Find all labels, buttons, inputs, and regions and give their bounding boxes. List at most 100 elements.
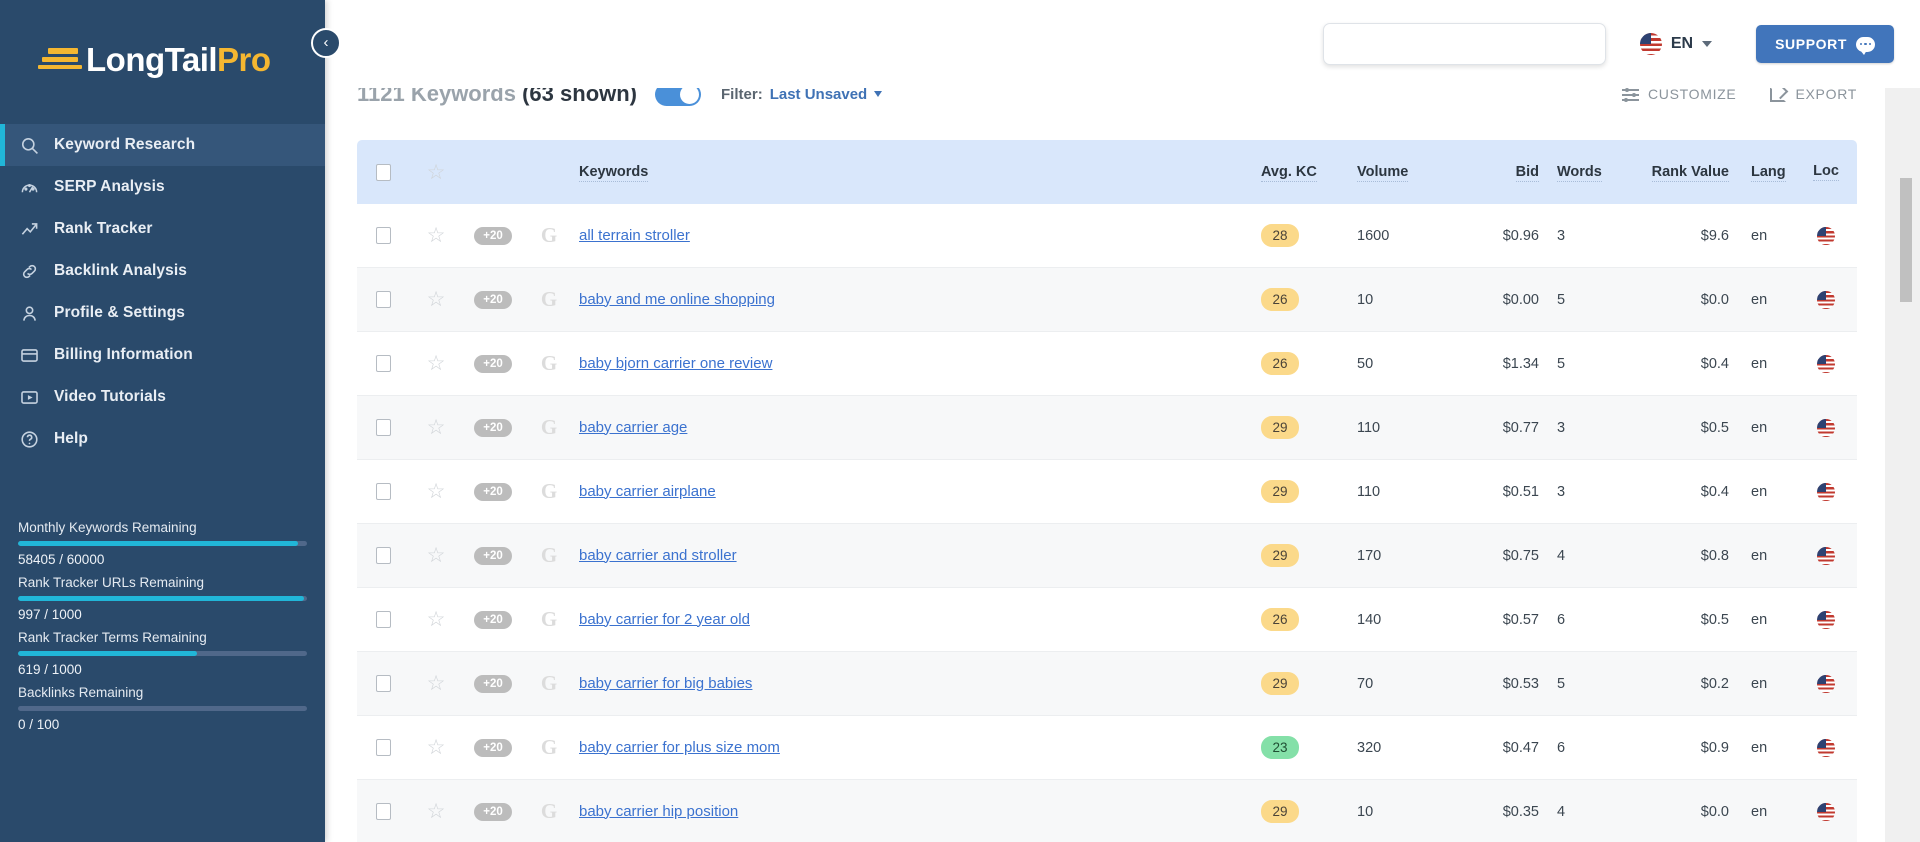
- plus-twenty-badge[interactable]: +20: [474, 610, 512, 629]
- bid-header-cell[interactable]: Bid: [1467, 163, 1539, 182]
- keyword-link[interactable]: baby carrier for big babies: [579, 675, 752, 692]
- table-row[interactable]: ☆ +20 Gbaby carrier age 29 110 $0.77 3 $0.5 en: [357, 396, 1857, 460]
- plus-twenty-badge[interactable]: +20: [474, 674, 512, 693]
- quota-label: Monthly Keywords Remaining: [18, 520, 197, 535]
- keyword-link[interactable]: baby carrier for 2 year old: [579, 611, 750, 628]
- star-icon[interactable]: ☆: [427, 225, 446, 246]
- row-checkbox[interactable]: [375, 675, 391, 692]
- plus-twenty-badge[interactable]: +20: [474, 546, 512, 565]
- keyword-link[interactable]: baby carrier age: [579, 419, 687, 436]
- google-icon[interactable]: G: [541, 801, 557, 822]
- brand-logo[interactable]: LongTailPro: [0, 0, 325, 118]
- table-row[interactable]: ☆ +20 Gbaby bjorn carrier one review 26 50 $1…: [357, 332, 1857, 396]
- lang-value: en: [1751, 291, 1768, 308]
- plus-twenty-badge[interactable]: +20: [474, 354, 512, 373]
- support-button[interactable]: SUPPORT: [1756, 25, 1894, 63]
- sidebar-item-help[interactable]: Help: [0, 418, 325, 460]
- keyword-link[interactable]: baby bjorn carrier one review: [579, 355, 772, 372]
- google-icon[interactable]: G: [541, 481, 557, 502]
- table-row[interactable]: ☆ +20 Gbaby carrier for 2 year old 26 140 $0.…: [357, 588, 1857, 652]
- sidebar-collapse-button[interactable]: ‹: [311, 28, 341, 58]
- table-row[interactable]: ☆ +20 Gbaby carrier airplane 29 110 $0.51 3 $0.…: [357, 460, 1857, 524]
- plus-twenty-badge[interactable]: +20: [474, 738, 512, 757]
- star-icon[interactable]: ☆: [427, 737, 446, 758]
- row-checkbox[interactable]: [375, 547, 391, 564]
- row-checkbox[interactable]: [375, 355, 391, 372]
- table-row[interactable]: ☆ +20 Gbaby carrier and stroller 29 170 $0.75…: [357, 524, 1857, 588]
- words-value: 5: [1557, 291, 1566, 308]
- plus-twenty-badge[interactable]: +20: [474, 226, 512, 245]
- export-button[interactable]: EXPORT: [1770, 86, 1857, 102]
- keyword-link[interactable]: baby and me online shopping: [579, 291, 775, 308]
- column-header-bid: Bid: [1515, 163, 1539, 182]
- star-icon[interactable]: ☆: [427, 417, 446, 438]
- row-google-cell: G: [523, 545, 575, 566]
- table-row[interactable]: ☆ +20 Gbaby carrier for big babies 29 70 $0.5…: [357, 652, 1857, 716]
- keyword-link[interactable]: baby carrier for plus size mom: [579, 739, 780, 756]
- plus-twenty-badge[interactable]: +20: [474, 802, 512, 821]
- row-checkbox[interactable]: [375, 227, 391, 244]
- sidebar-item-billing-information[interactable]: Billing Information: [0, 334, 325, 376]
- star-icon[interactable]: ☆: [427, 673, 446, 694]
- sidebar-item-rank-tracker[interactable]: Rank Tracker: [0, 208, 325, 250]
- google-icon[interactable]: G: [541, 673, 557, 694]
- sidebar-item-backlink-analysis[interactable]: Backlink Analysis: [0, 250, 325, 292]
- google-icon[interactable]: G: [541, 417, 557, 438]
- star-icon[interactable]: ☆: [427, 481, 446, 502]
- row-checkbox[interactable]: [375, 739, 391, 756]
- row-checkbox[interactable]: [375, 611, 391, 628]
- table-row[interactable]: ☆ +20 Gbaby carrier hip position 29 10 $0.35 4…: [357, 780, 1857, 842]
- words-header-cell[interactable]: Words: [1539, 163, 1617, 182]
- keyword-link[interactable]: baby carrier hip position: [579, 803, 738, 820]
- language-selector[interactable]: EN: [1639, 33, 1713, 55]
- row-checkbox[interactable]: [375, 419, 391, 436]
- star-icon[interactable]: ☆: [427, 801, 446, 822]
- table-row[interactable]: ☆ +20 Gall terrain stroller 28 1600 $0.96 3 $9.…: [357, 204, 1857, 268]
- sidebar-item-label: Video Tutorials: [54, 388, 167, 405]
- google-icon[interactable]: G: [541, 225, 557, 246]
- select-all-checkbox[interactable]: [375, 163, 391, 181]
- plus-twenty-badge[interactable]: +20: [474, 482, 512, 501]
- volume-header-cell[interactable]: Volume: [1357, 163, 1467, 182]
- us-flag-icon: [1817, 482, 1835, 501]
- filter-selected-value[interactable]: Last Unsaved: [770, 86, 868, 103]
- loc-header-cell[interactable]: Loc: [1795, 163, 1857, 181]
- star-icon[interactable]: ☆: [427, 545, 446, 566]
- plus-twenty-badge[interactable]: +20: [474, 418, 512, 437]
- customize-button[interactable]: CUSTOMIZE: [1621, 86, 1737, 102]
- bid-value: $0.96: [1502, 227, 1539, 244]
- google-icon[interactable]: G: [541, 609, 557, 630]
- lang-value: en: [1751, 419, 1768, 436]
- rankvalue-header-cell[interactable]: Rank Value: [1617, 163, 1729, 182]
- sidebar-item-profile-settings[interactable]: Profile & Settings: [0, 292, 325, 334]
- lang-header-cell[interactable]: Lang: [1729, 163, 1795, 182]
- keyword-link[interactable]: baby carrier and stroller: [579, 547, 737, 564]
- plus-twenty-badge[interactable]: +20: [474, 290, 512, 309]
- filter-control[interactable]: Filter: Last Unsaved: [721, 86, 883, 103]
- google-icon[interactable]: G: [541, 737, 557, 758]
- star-icon[interactable]: ☆: [427, 609, 446, 630]
- sidebar-item-video-tutorials[interactable]: Video Tutorials: [0, 376, 325, 418]
- vertical-scrollbar-track[interactable]: [1900, 0, 1916, 842]
- rank-value: $0.0: [1700, 291, 1729, 308]
- table-row[interactable]: ☆ +20 Gbaby and me online shopping 26 10 $0.0…: [357, 268, 1857, 332]
- search-input[interactable]: [1322, 23, 1606, 65]
- star-icon[interactable]: ☆: [427, 162, 446, 183]
- google-icon[interactable]: G: [541, 289, 557, 310]
- row-avgkc-cell: 29: [1249, 544, 1357, 567]
- row-checkbox[interactable]: [375, 803, 391, 820]
- keyword-link[interactable]: baby carrier airplane: [579, 483, 716, 500]
- table-row[interactable]: ☆ +20 Gbaby carrier for plus size mom 23 320…: [357, 716, 1857, 780]
- keyword-link[interactable]: all terrain stroller: [579, 227, 690, 244]
- row-checkbox[interactable]: [375, 291, 391, 308]
- sidebar-item-keyword-research[interactable]: Keyword Research: [0, 124, 325, 166]
- row-checkbox[interactable]: [375, 483, 391, 500]
- avgkc-header-cell[interactable]: Avg. KC: [1249, 163, 1357, 182]
- sidebar-item-serp-analysis[interactable]: SERP Analysis: [0, 166, 325, 208]
- keywords-header-cell[interactable]: Keywords: [575, 163, 1249, 182]
- star-icon[interactable]: ☆: [427, 289, 446, 310]
- google-icon[interactable]: G: [541, 545, 557, 566]
- google-icon[interactable]: G: [541, 353, 557, 374]
- star-icon[interactable]: ☆: [427, 353, 446, 374]
- vertical-scrollbar-thumb[interactable]: [1900, 178, 1912, 302]
